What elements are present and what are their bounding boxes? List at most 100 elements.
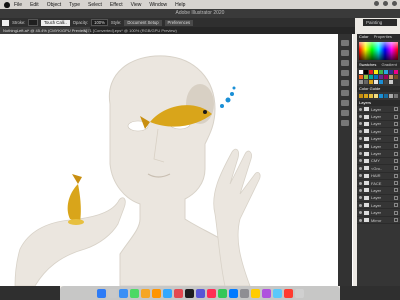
stroke-weight-field[interactable] (28, 19, 38, 26)
illustrator-icon[interactable] (151, 288, 161, 298)
swatch[interactable] (359, 75, 363, 79)
finder-icon[interactable] (96, 288, 106, 298)
system-preferences-icon[interactable] (239, 288, 249, 298)
trash-icon[interactable] (294, 288, 304, 298)
preferences-button[interactable]: Preferences (164, 19, 194, 26)
tab-gradient[interactable]: Gradient (381, 62, 396, 67)
layer-row[interactable]: FACE (357, 180, 400, 188)
guide-swatch[interactable] (369, 94, 373, 98)
target-icon[interactable] (394, 188, 398, 193)
eye-icon[interactable] (359, 196, 362, 200)
eye-icon[interactable] (359, 218, 362, 222)
swatch[interactable] (389, 75, 393, 79)
layer-row[interactable]: Layer (357, 121, 400, 129)
eye-icon[interactable] (359, 174, 362, 178)
swatch[interactable] (374, 80, 378, 84)
align-icon[interactable] (341, 90, 349, 96)
swatch[interactable] (374, 75, 378, 79)
target-icon[interactable] (394, 158, 398, 163)
transform-icon[interactable] (341, 80, 349, 86)
swatch[interactable] (384, 70, 388, 74)
eye-icon[interactable] (359, 203, 362, 207)
app-icon[interactable] (283, 288, 293, 298)
tab-color[interactable]: Color (359, 34, 369, 39)
eye-icon[interactable] (359, 122, 362, 126)
layer-row[interactable]: HAIR (357, 173, 400, 180)
swatch[interactable] (364, 70, 368, 74)
eye-icon[interactable] (359, 137, 362, 141)
eye-icon[interactable] (359, 129, 362, 133)
target-icon[interactable] (394, 129, 398, 134)
target-icon[interactable] (394, 173, 398, 178)
app-icon[interactable] (228, 288, 238, 298)
layer-row[interactable]: Layer (357, 143, 400, 151)
app-icon[interactable] (261, 288, 271, 298)
fill-swatch[interactable] (2, 19, 10, 26)
tab-nothingleft[interactable]: NothingLeft.ai* @ 45.4% (CMYK/GPU Previe… (0, 27, 91, 34)
target-icon[interactable] (394, 136, 398, 141)
menu-type[interactable]: Type (69, 2, 80, 8)
messages-icon[interactable] (129, 288, 139, 298)
swatch[interactable] (364, 80, 368, 84)
photos-icon[interactable] (140, 288, 150, 298)
target-icon[interactable] (394, 166, 398, 171)
eye-icon[interactable] (359, 188, 362, 192)
layer-row[interactable]: Layer (357, 202, 400, 210)
control-center-icon[interactable] (392, 1, 397, 6)
swatch[interactable] (394, 80, 398, 84)
layer-row[interactable]: CMY (357, 158, 400, 166)
swatch[interactable] (369, 75, 373, 79)
target-icon[interactable] (394, 121, 398, 126)
notes-icon[interactable] (250, 288, 260, 298)
target-icon[interactable] (394, 210, 398, 215)
menu-object[interactable]: Object (47, 2, 61, 8)
layer-row[interactable]: Layer (357, 106, 400, 114)
search-icon[interactable] (383, 1, 388, 6)
safari-icon[interactable] (118, 288, 128, 298)
swatch[interactable] (389, 80, 393, 84)
menu-effect[interactable]: Effect (110, 2, 123, 8)
eye-icon[interactable] (359, 144, 362, 148)
target-icon[interactable] (394, 114, 398, 119)
app-icon[interactable] (272, 288, 282, 298)
opacity-field[interactable]: 100% (91, 19, 108, 26)
guide-swatch[interactable] (384, 94, 388, 98)
layer-row[interactable]: Layer (357, 150, 400, 158)
app-icon[interactable] (217, 288, 227, 298)
app-icon[interactable] (206, 288, 216, 298)
swatch[interactable] (359, 70, 363, 74)
guide-swatch[interactable] (389, 94, 393, 98)
target-icon[interactable] (394, 203, 398, 208)
appearance-icon[interactable] (341, 120, 349, 126)
target-icon[interactable] (394, 181, 398, 186)
layer-row[interactable]: Layer (357, 113, 400, 121)
eye-icon[interactable] (359, 211, 362, 215)
launchpad-icon[interactable] (107, 288, 117, 298)
layer-row[interactable]: Mirror (357, 217, 400, 225)
layer-row[interactable]: Layer (357, 209, 400, 217)
menu-edit[interactable]: Edit (30, 2, 39, 8)
app-icon[interactable] (195, 288, 205, 298)
document-setup-button[interactable]: Document Setup (124, 19, 162, 26)
menu-window[interactable]: Window (149, 2, 167, 8)
swatch[interactable] (364, 75, 368, 79)
eye-icon[interactable] (359, 181, 362, 185)
swatch[interactable] (369, 80, 373, 84)
brushes-icon[interactable] (341, 60, 349, 66)
swatch[interactable] (384, 75, 388, 79)
layer-row[interactable]: <Gro.. (357, 165, 400, 173)
swatch[interactable] (394, 70, 398, 74)
swatch[interactable] (394, 75, 398, 79)
layer-row[interactable]: Layer (357, 187, 400, 195)
swatch[interactable] (369, 70, 373, 74)
eye-icon[interactable] (359, 159, 362, 163)
target-icon[interactable] (394, 195, 398, 200)
target-icon[interactable] (394, 107, 398, 112)
wifi-icon[interactable] (374, 1, 379, 6)
color-guide-tab[interactable]: Color Guide (357, 86, 400, 92)
tab-properties[interactable]: Properties (374, 34, 392, 39)
menu-select[interactable]: Select (88, 2, 102, 8)
tab-7271-converted[interactable]: 7271 [Converted].eps* @ 100% (RGB/GPU Pr… (80, 27, 180, 34)
guide-swatch[interactable] (394, 94, 398, 98)
photoshop-icon[interactable] (162, 288, 172, 298)
